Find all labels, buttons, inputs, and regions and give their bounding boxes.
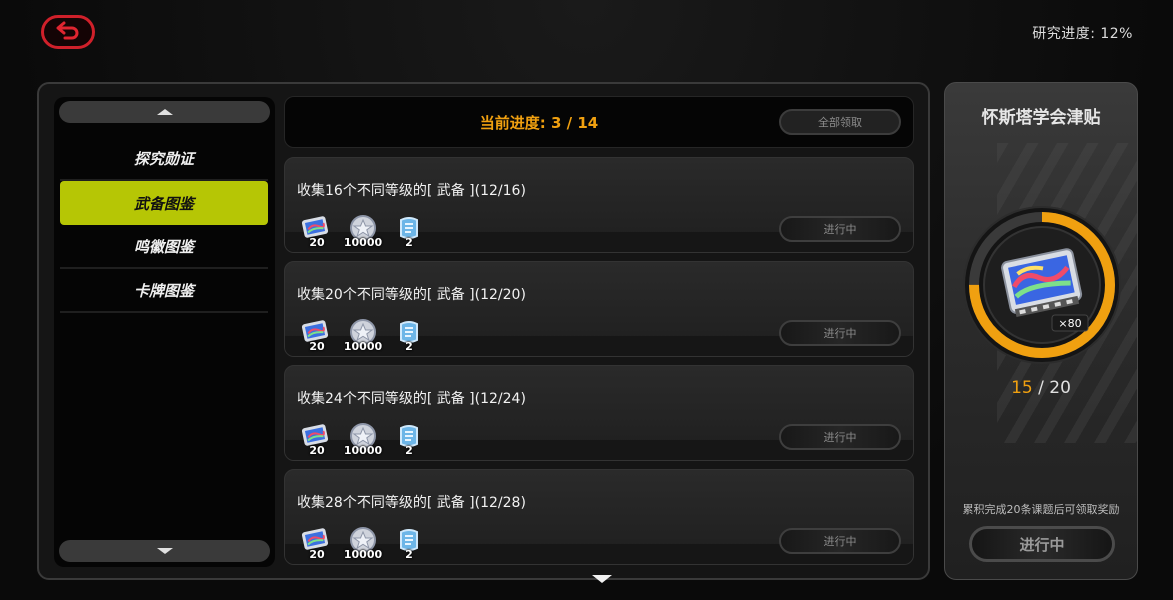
chevron-down-icon bbox=[156, 548, 173, 554]
reward-item-film[interactable]: 20 bbox=[299, 318, 335, 353]
reward-qty: 10000 bbox=[343, 340, 383, 353]
allowance-progress-ring[interactable]: ×80 bbox=[960, 203, 1124, 367]
task-row: 收集24个不同等级的[ 武备 ](12/24) 20 10000 2 进行中 bbox=[284, 365, 914, 461]
task-row: 收集20个不同等级的[ 武备 ](12/20) 20 10000 2 进行中 bbox=[284, 261, 914, 357]
reward-item-coin[interactable]: 10000 bbox=[344, 526, 382, 561]
screen: 研究进度: 12% 探究勋证 武备图鉴 鸣徽图鉴 卡牌图鉴 当前进度: 3 / … bbox=[0, 0, 1173, 600]
sidebar-item-card-codex[interactable]: 卡牌图鉴 bbox=[60, 269, 268, 313]
reward-list: 20 10000 2 bbox=[299, 214, 427, 249]
task-title: 收集20个不同等级的[ 武备 ](12/20) bbox=[297, 287, 526, 303]
reward-qty: 10000 bbox=[343, 548, 383, 561]
reward-list: 20 10000 2 bbox=[299, 526, 427, 561]
sidebar-item-label: 鸣徽图鉴 bbox=[133, 237, 194, 256]
task-title: 收集24个不同等级的[ 武备 ](12/24) bbox=[297, 391, 526, 407]
allowance-current: 15 bbox=[1011, 378, 1033, 398]
reward-qty: 2 bbox=[405, 444, 413, 457]
allowance-status-button[interactable]: 进行中 bbox=[969, 526, 1115, 562]
reward-qty: 10000 bbox=[343, 236, 383, 249]
allowance-total: 20 bbox=[1049, 378, 1071, 398]
claim-all-button[interactable]: 全部领取 bbox=[779, 109, 901, 135]
reward-item-film[interactable]: 20 bbox=[299, 422, 335, 457]
task-row: 收集16个不同等级的[ 武备 ](12/16) 20 10000 2 进行中 bbox=[284, 157, 914, 253]
back-button[interactable] bbox=[41, 15, 95, 49]
reward-qty: 2 bbox=[405, 548, 413, 561]
reward-item-film[interactable]: 20 bbox=[299, 214, 335, 249]
allowance-item-qty: ×80 bbox=[1058, 317, 1081, 330]
reward-qty: 20 bbox=[309, 340, 325, 353]
research-progress: 研究进度: 12% bbox=[1032, 26, 1133, 42]
reward-item-scroll[interactable]: 2 bbox=[391, 526, 427, 561]
reward-list: 20 10000 2 bbox=[299, 422, 427, 457]
allowance-panel: 怀斯塔学会津贴 ×80 15 / 20 累积完成20条课题后可领取奖励 进行中 bbox=[944, 82, 1138, 580]
sidebar: 探究勋证 武备图鉴 鸣徽图鉴 卡牌图鉴 bbox=[54, 97, 275, 567]
in-progress-button[interactable]: 进行中 bbox=[779, 424, 901, 450]
allowance-title: 怀斯塔学会津贴 bbox=[981, 108, 1101, 128]
return-arrow-icon bbox=[55, 20, 81, 44]
allowance-count: 15 / 20 bbox=[945, 378, 1137, 398]
reward-item-film[interactable]: 20 bbox=[299, 526, 335, 561]
sidebar-scroll-up-button[interactable] bbox=[59, 101, 270, 123]
in-progress-button[interactable]: 进行中 bbox=[779, 320, 901, 346]
reward-item-coin[interactable]: 10000 bbox=[344, 422, 382, 457]
scroll-more-indicator[interactable] bbox=[592, 575, 612, 583]
progress-header: 当前进度: 3 / 14 全部领取 bbox=[284, 96, 914, 148]
in-progress-button[interactable]: 进行中 bbox=[779, 216, 901, 242]
sidebar-item-label: 武备图鉴 bbox=[133, 194, 194, 213]
reward-item-scroll[interactable]: 2 bbox=[391, 318, 427, 353]
sidebar-scroll-down-button[interactable] bbox=[59, 540, 270, 562]
reward-list: 20 10000 2 bbox=[299, 318, 427, 353]
chevron-up-icon bbox=[156, 109, 173, 115]
reward-item-coin[interactable]: 10000 bbox=[344, 318, 382, 353]
reward-qty: 20 bbox=[309, 236, 325, 249]
allowance-note: 累积完成20条课题后可领取奖励 bbox=[962, 503, 1120, 516]
sidebar-item-label: 探究勋证 bbox=[133, 149, 194, 168]
reward-qty: 2 bbox=[405, 340, 413, 353]
sidebar-item-emblem-codex[interactable]: 鸣徽图鉴 bbox=[60, 225, 268, 269]
task-title: 收集28个不同等级的[ 武备 ](12/28) bbox=[297, 495, 526, 511]
allowance-separator: / bbox=[1032, 378, 1050, 398]
task-title: 收集16个不同等级的[ 武备 ](12/16) bbox=[297, 183, 526, 199]
reward-qty: 2 bbox=[405, 236, 413, 249]
reward-item-coin[interactable]: 10000 bbox=[344, 214, 382, 249]
reward-qty: 10000 bbox=[343, 444, 383, 457]
reward-item-scroll[interactable]: 2 bbox=[391, 214, 427, 249]
sidebar-item-armament-codex[interactable]: 武备图鉴 bbox=[60, 181, 268, 225]
task-row: 收集28个不同等级的[ 武备 ](12/28) 20 10000 2 进行中 bbox=[284, 469, 914, 565]
sidebar-item-label: 卡牌图鉴 bbox=[133, 281, 194, 300]
reward-qty: 20 bbox=[309, 548, 325, 561]
sidebar-item-exploration-badges[interactable]: 探究勋证 bbox=[60, 137, 268, 181]
reward-qty: 20 bbox=[309, 444, 325, 457]
reward-item-scroll[interactable]: 2 bbox=[391, 422, 427, 457]
in-progress-button[interactable]: 进行中 bbox=[779, 528, 901, 554]
